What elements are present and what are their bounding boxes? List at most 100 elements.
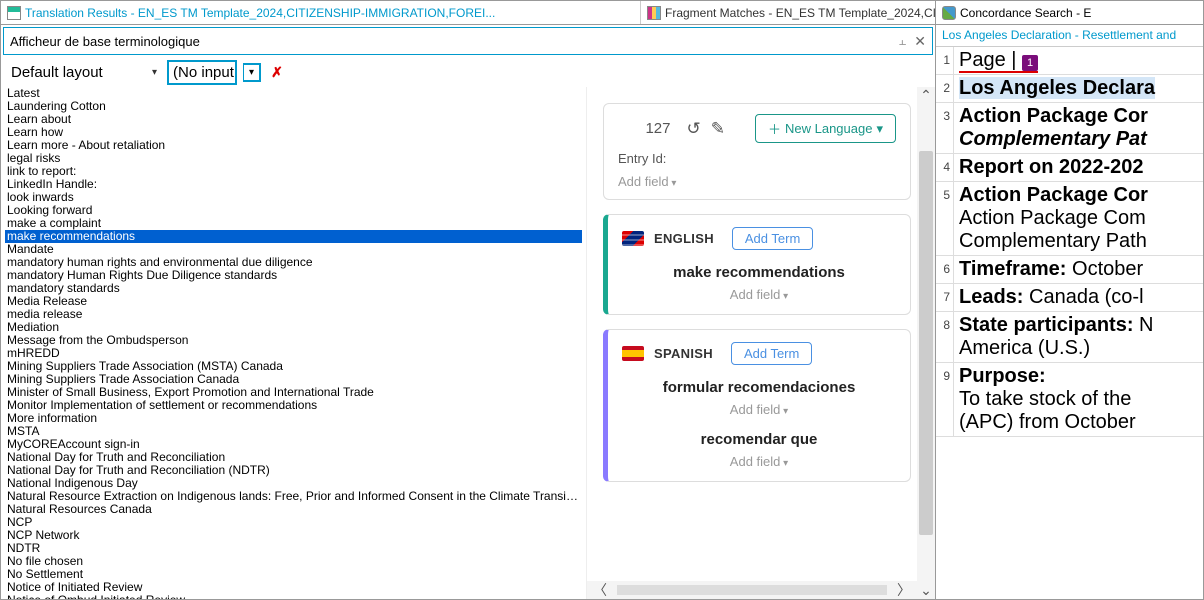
add-term-button[interactable]: Add Term [731,342,812,365]
term-list-item[interactable]: No Settlement [5,568,582,581]
scroll-left-icon[interactable]: 〈 [587,580,613,599]
term-list-item[interactable]: NCP [5,516,582,529]
layout-dropdown[interactable]: Default layout [7,62,142,83]
main-tabs: Translation Results - EN_ES TM Template_… [1,1,935,25]
term-list-item[interactable]: NCP Network [5,529,582,542]
scroll-right-icon[interactable]: 〉 [891,580,917,599]
add-field-button[interactable]: Add field [730,402,788,417]
document-row[interactable]: 8State participants: NAmerica (U.S.) [936,312,1203,363]
history-icon[interactable]: ↺ [686,119,700,139]
term-list-item[interactable]: Mandate [5,243,582,256]
term-list[interactable]: LatestLaundering CottonLearn aboutLearn … [1,87,586,599]
row-number: 2 [936,75,954,102]
scroll-track[interactable] [617,585,887,595]
term-list-item[interactable]: More information [5,412,582,425]
term-list-item[interactable]: link to report: [5,165,582,178]
tab-fragment-matches[interactable]: Fragment Matches - EN_ES TM Template_202… [641,1,935,24]
model-caret-icon[interactable]: ▾ [243,63,261,82]
document-row[interactable]: 7Leads: Canada (co-l [936,284,1203,312]
entry-number: 127 [645,120,670,137]
term-list-item[interactable]: Notice of Initiated Review [5,581,582,594]
tab-label: Concordance Search - E [960,6,1091,20]
term-list-item[interactable]: Mediation [5,321,582,334]
term-list-item[interactable]: No file chosen [5,555,582,568]
right-tabs: Concordance Search - E [936,1,1203,25]
document-row[interactable]: 1Page | 1 [936,47,1203,75]
document-row[interactable]: 3Action Package CorComplementary Pat [936,103,1203,154]
term-list-item[interactable]: make a complaint [5,217,582,230]
tab-concordance[interactable]: Concordance Search - E [936,6,1097,20]
row-number: 9 [936,363,954,436]
term-list-item[interactable]: Learn how [5,126,582,139]
term-list-item[interactable]: National Day for Truth and Reconciliatio… [5,451,582,464]
term-list-item[interactable]: LinkedIn Handle: [5,178,582,191]
document-row[interactable]: 2Los Angeles Declara [936,75,1203,103]
term-list-item[interactable]: Latest [5,87,582,100]
edit-icon[interactable]: ✎ [711,119,725,139]
term-list-item[interactable]: look inwards [5,191,582,204]
term-list-item[interactable]: media release [5,308,582,321]
term-list-item[interactable]: make recommendations [5,230,582,243]
lang-name: ENGLISH [654,231,714,246]
row-text: Action Package CorAction Package ComComp… [954,182,1203,255]
tab-translation-results[interactable]: Translation Results - EN_ES TM Template_… [1,1,641,24]
concordance-icon [942,6,956,20]
term-list-item[interactable]: Learn more - About retaliation [5,139,582,152]
term-list-item[interactable]: NDTR [5,542,582,555]
term-list-item[interactable]: Notice of Ombud Initiated Review [5,594,582,599]
scroll-thumb[interactable] [919,151,933,535]
row-number: 6 [936,256,954,283]
add-term-button[interactable]: Add Term [732,227,813,250]
add-field-button[interactable]: Add field [730,454,788,469]
row-text: Leads: Canada (co-l [954,284,1203,311]
add-field-button[interactable]: Add field [618,174,676,189]
sheet-icon [7,6,21,20]
term-list-item[interactable]: legal risks [5,152,582,165]
vertical-scrollbar[interactable]: ⌃ ⌄ [917,87,935,599]
term-list-item[interactable]: mandatory standards [5,282,582,295]
pin-icon[interactable]: ⫠ [898,33,906,49]
new-language-button[interactable]: ＋ New Language ▾ [755,114,896,143]
term-list-item[interactable]: mandatory human rights and environmental… [5,256,582,269]
horizontal-scrollbar[interactable]: 〈 〉 [587,581,917,599]
scroll-up-icon[interactable]: ⌃ [920,87,932,104]
term-value: formular recomendaciones [622,379,896,396]
document-subtab[interactable]: Los Angeles Declaration - Resettlement a… [936,25,1203,47]
document-row[interactable]: 4Report on 2022-202 [936,154,1203,182]
term-list-item[interactable]: Message from the Ombudsperson [5,334,582,347]
term-list-item[interactable]: Media Release [5,295,582,308]
term-list-item[interactable]: Natural Resources Canada [5,503,582,516]
scroll-down-icon[interactable]: ⌄ [920,582,932,599]
term-list-item[interactable]: National Day for Truth and Reconciliatio… [5,464,582,477]
term-list-item[interactable]: MyCOREAccount sign-in [5,438,582,451]
term-list-item[interactable]: MSTA [5,425,582,438]
term-list-item[interactable]: Minister of Small Business, Export Promo… [5,386,582,399]
term-list-item[interactable]: Mining Suppliers Trade Association (MSTA… [5,360,582,373]
add-field-button[interactable]: Add field [730,287,788,302]
document-row[interactable]: 5Action Package CorAction Package ComCom… [936,182,1203,256]
term-value: recomendar que [622,431,896,448]
termbase-toolbar: Default layout ▾ (No input model) ▾ ✗ [1,57,935,87]
term-list-item[interactable]: Learn about [5,113,582,126]
term-detail: 127 ↺ ✎ ＋ New Language ▾ Entry Id: Add f… [586,87,935,599]
row-text: Report on 2022-202 [954,154,1203,181]
term-list-item[interactable]: mHREDD [5,347,582,360]
lang-card-english: ENGLISH Add Term make recommendations Ad… [603,214,911,315]
term-list-item[interactable]: National Indigenous Day [5,477,582,490]
termbase-search[interactable]: ⫠ ✕ [3,27,933,55]
document-row[interactable]: 6Timeframe: October [936,256,1203,284]
term-list-item[interactable]: Natural Resource Extraction on Indigenou… [5,490,582,503]
term-list-item[interactable]: Laundering Cotton [5,100,582,113]
term-list-item[interactable]: mandatory Human Rights Due Diligence sta… [5,269,582,282]
close-icon[interactable]: ✕ [914,33,926,50]
tab-label: Translation Results - EN_ES TM Template_… [25,6,495,20]
term-list-item[interactable]: Looking forward [5,204,582,217]
search-input[interactable] [10,34,898,49]
layout-caret-icon[interactable]: ▾ [148,67,161,78]
term-list-item[interactable]: Monitor Implementation of settlement or … [5,399,582,412]
lang-card-spanish: SPANISH Add Term formular recomendacione… [603,329,911,482]
term-list-item[interactable]: Mining Suppliers Trade Association Canad… [5,373,582,386]
delete-icon[interactable]: ✗ [267,64,287,81]
input-model-dropdown[interactable]: (No input model) [167,60,237,85]
document-row[interactable]: 9Purpose:To take stock of the (APC) from… [936,363,1203,437]
